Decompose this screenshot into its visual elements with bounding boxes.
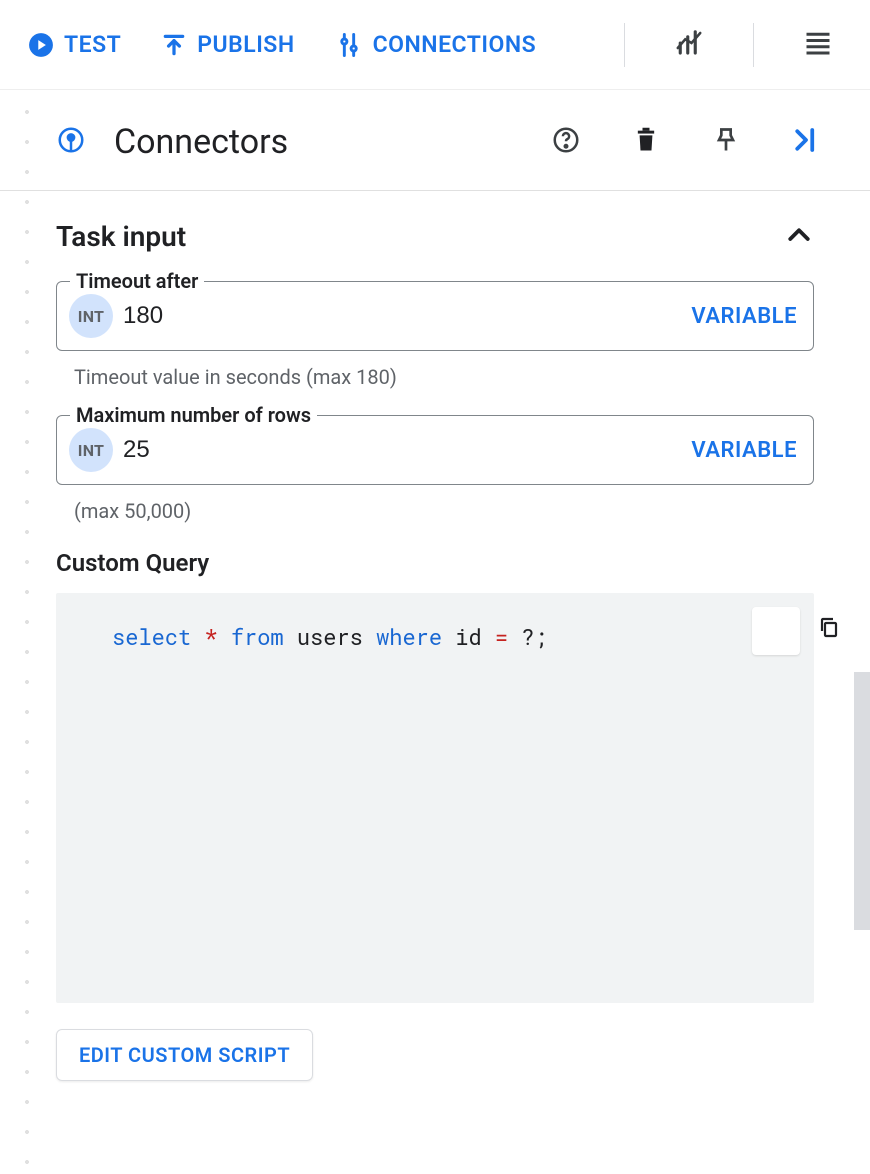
pin-icon: [712, 126, 740, 158]
collapse-right-button[interactable]: [782, 118, 830, 166]
publish-label: PUBLISH: [197, 31, 294, 58]
help-icon: [551, 125, 581, 159]
timeout-input[interactable]: [123, 302, 691, 330]
int-badge: INT: [69, 428, 113, 472]
menu-button[interactable]: [794, 21, 842, 69]
edit-custom-script-button[interactable]: EDIT CUSTOM SCRIPT: [56, 1029, 313, 1081]
publish-button[interactable]: PUBLISH: [161, 31, 294, 58]
copy-button[interactable]: [752, 607, 800, 655]
canvas-dot-strip: [0, 91, 30, 1174]
connector-icon: [56, 125, 86, 159]
top-toolbar: TEST PUBLISH CONNECTIONS: [0, 0, 870, 90]
max-rows-hint: (max 50,000): [56, 493, 814, 549]
help-button[interactable]: [542, 118, 590, 166]
connections-icon: [335, 31, 363, 59]
pin-button[interactable]: [702, 118, 750, 166]
max-rows-variable-button[interactable]: VARIABLE: [691, 438, 797, 463]
max-rows-input[interactable]: [123, 436, 691, 464]
bar-chart-icon: [674, 28, 704, 62]
chevron-bar-right-icon: [791, 125, 821, 159]
menu-lines-icon: [803, 28, 833, 62]
connections-label: CONNECTIONS: [373, 31, 537, 58]
custom-query-label: Custom Query: [56, 549, 814, 577]
timeout-variable-button[interactable]: VARIABLE: [691, 304, 797, 329]
test-button[interactable]: TEST: [28, 31, 121, 58]
chart-button[interactable]: [665, 21, 713, 69]
int-badge: INT: [69, 294, 113, 338]
section-title: Task input: [56, 220, 186, 253]
scrollbar-thumb[interactable]: [854, 672, 870, 930]
divider: [753, 23, 754, 67]
max-rows-label: Maximum number of rows: [70, 403, 317, 427]
test-label: TEST: [64, 31, 121, 58]
trash-icon: [632, 126, 660, 158]
delete-button[interactable]: [622, 118, 670, 166]
timeout-field: Timeout after INT VARIABLE: [56, 281, 814, 351]
panel-header: Connectors: [0, 90, 870, 191]
chevron-up-icon: [784, 219, 814, 253]
copy-icon: [711, 578, 841, 684]
max-rows-field: Maximum number of rows INT VARIABLE: [56, 415, 814, 485]
section-header[interactable]: Task input: [56, 219, 814, 253]
divider: [624, 23, 625, 67]
connections-button[interactable]: CONNECTIONS: [335, 31, 537, 59]
panel-title: Connectors: [114, 122, 288, 162]
publish-icon: [161, 32, 187, 58]
play-circle-icon: [28, 32, 54, 58]
timeout-label: Timeout after: [70, 269, 204, 293]
custom-query-code: select * from users where id = ?;: [56, 593, 814, 1003]
